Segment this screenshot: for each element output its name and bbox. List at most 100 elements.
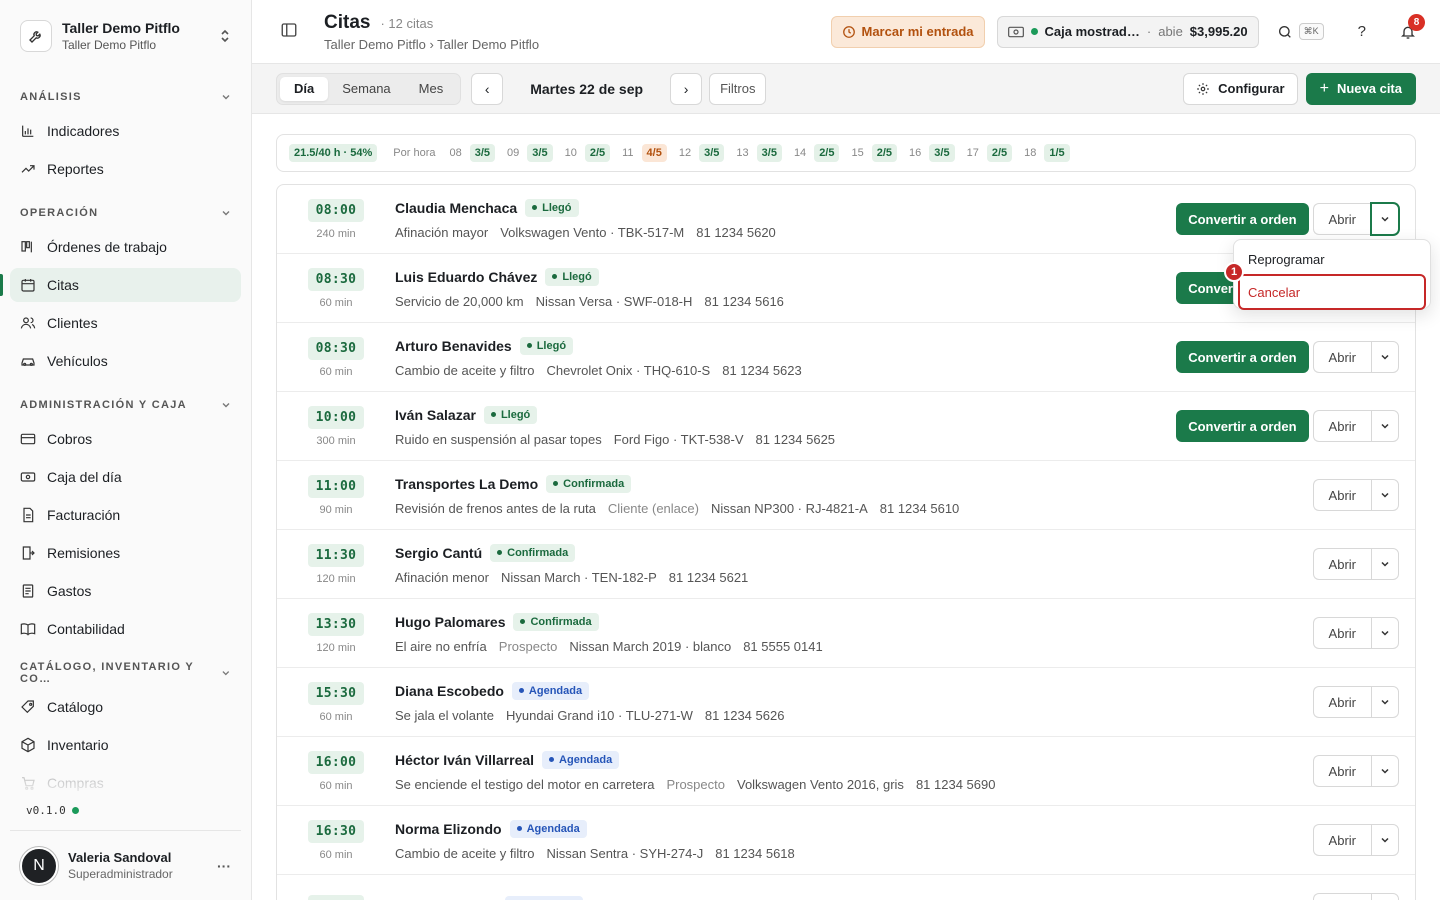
open-button[interactable]: Abrir [1312,755,1371,787]
user-menu[interactable]: N Valeria Sandoval Superadministrador ··… [10,830,241,900]
section-administracion-y-caja[interactable]: ADMINISTRACIÓN Y CAJA [0,396,251,414]
sidebar-item-label: Remisiones [47,545,121,561]
cash-register-button[interactable]: Caja mostrad… · abie $3,995.20 [996,15,1259,48]
appointment-detail: 81 1234 5621 [668,569,749,585]
notifications-button[interactable]: 8 [1400,13,1425,40]
capacity-hour-value: 4/5 [641,144,667,162]
convert-to-order-button[interactable]: Convertir a orden [1176,203,1309,235]
sidebar-item-vehiculos[interactable]: Vehículos [10,344,241,378]
open-button[interactable]: Abrir [1312,341,1371,373]
sidebar-item-citas[interactable]: Citas [0,268,241,302]
search-button[interactable]: ⌘K [1277,23,1324,40]
view-tab-dia[interactable]: Día [280,76,329,101]
appointment-duration: 90 min [319,503,353,516]
appointment-detail: Nissan March 2019 · blanco [569,638,732,654]
row-actions-toggle[interactable] [1371,893,1399,900]
sidebar-item-inventario[interactable]: Inventario [10,728,241,762]
appointment-detail: Volkswagen Vento · TBK-517-M [500,224,685,240]
more-icon[interactable]: ··· [217,858,231,874]
row-actions-toggle[interactable] [1371,479,1399,511]
capacity-label: Por hora [393,147,436,159]
capacity-summary: 21.5/40 h · 54% [289,144,378,162]
open-button[interactable]: Abrir [1312,410,1371,442]
row-actions-toggle[interactable] [1371,755,1399,787]
capacity-hour-value: 3/5 [756,144,782,162]
sidebar-item-label: Caja del día [47,469,122,485]
sidebar-item-catalogo[interactable]: Catálogo [10,690,241,724]
open-button[interactable]: Abrir [1312,203,1371,235]
section-operacion[interactable]: OPERACIÓN [0,204,251,222]
row-actions-toggle[interactable] [1371,410,1399,442]
clock-in-button[interactable]: Marcar mi entrada [830,15,985,48]
appointment-row[interactable]: 11:30 120 min Sergio Cantú Confirmada Afin… [277,530,1415,599]
capacity-hour-label: 09 [507,147,520,159]
section-catalogo-inventario-y-co[interactable]: CATÁLOGO, INVENTARIO Y CO… [0,661,251,685]
clientes-icon [20,317,36,329]
open-button[interactable]: Abrir [1312,686,1371,718]
capacity-hour-label: 17 [966,147,979,159]
sidebar-item-facturacion[interactable]: Facturación [10,498,241,532]
filters-button[interactable]: Filtros [709,72,767,105]
appointment-row[interactable]: 16:00 60 min Héctor Iván Villarreal Agenda… [277,737,1415,806]
row-actions-toggle[interactable] [1371,548,1399,580]
appointment-row[interactable]: 17:00 Gabriela TorresAgendada Abrir [277,875,1415,900]
sidebar-item-caja-del-dia[interactable]: Caja del día [10,460,241,494]
appointment-row[interactable]: 08:30 60 min Arturo Benavides Llegó Cambio… [277,323,1415,392]
chevron-down-icon [1381,216,1389,222]
next-day-button[interactable]: › [670,72,703,105]
sidebar-item-cobros[interactable]: Cobros [10,422,241,456]
sidebar-item-reportes[interactable]: Reportes [10,152,241,186]
configure-button[interactable]: Configurar [1183,72,1298,105]
open-button[interactable]: Abrir [1312,548,1371,580]
appointment-duration: 240 min [316,227,356,240]
row-actions-toggle[interactable] [1371,824,1399,856]
open-button[interactable]: Abrir [1312,824,1371,856]
sidebar-item-label: Catálogo [47,699,104,715]
appointment-count: · 12 citas [380,15,434,31]
appointment-row[interactable]: 16:30 60 min Norma Elizondo Agendada Cambi… [277,806,1415,875]
appointment-row[interactable]: 13:30 120 min Hugo Palomares Confirmada El… [277,599,1415,668]
open-button[interactable]: Abrir [1312,479,1371,511]
breadcrumb[interactable]: Taller Demo Pitflo › Taller Demo Pitflo [324,37,539,52]
open-button[interactable]: Abrir [1312,893,1371,900]
cancel-menu-item[interactable]: Cancelar [1238,274,1426,310]
sidebar-item-remisiones[interactable]: Remisiones [10,536,241,570]
row-actions-toggle[interactable] [1371,203,1399,235]
section-analisis[interactable]: ANÁLISIS [0,88,251,106]
convert-to-order-button[interactable]: Convertir a orden [1176,410,1309,442]
sidebar-item-indicadores[interactable]: Indicadores [10,114,241,148]
appointment-row[interactable]: 10:00 300 min Iván Salazar Llegó Ruido en … [277,392,1415,461]
citas-icon [21,279,35,292]
catalogo-icon [21,700,34,714]
remisiones-icon [22,546,35,560]
sidebar-item-gastos[interactable]: Gastos [10,574,241,608]
appointment-row[interactable]: 15:30 60 min Diana Escobedo Agendada Se ja… [277,668,1415,737]
appointment-row[interactable]: 11:00 90 min Transportes La Demo Confirmad… [277,461,1415,530]
sidebar-toggle-icon[interactable] [280,21,298,42]
prev-day-button[interactable]: ‹ [471,72,504,105]
row-actions-toggle[interactable] [1371,341,1399,373]
capacity-hour-label: 10 [564,147,577,159]
row-actions-toggle[interactable] [1371,686,1399,718]
view-tab-semana[interactable]: Semana [328,77,404,101]
convert-to-order-button[interactable]: Convertir a orden [1176,341,1309,373]
open-button[interactable]: Abrir [1312,617,1371,649]
capacity-hour-value: 2/5 [584,144,611,162]
sidebar-item-contabilidad[interactable]: Contabilidad [10,612,241,646]
appointment-time: 17:00 [307,894,365,900]
view-tab-mes[interactable]: Mes [405,77,458,101]
help-button[interactable]: ? [1358,23,1366,40]
sidebar-item-ordenes-de-trabajo[interactable]: Órdenes de trabajo [10,230,241,264]
cash-icon [1007,26,1024,37]
status-dot [1030,28,1038,35]
new-appointment-button[interactable]: + Nueva cita [1305,72,1416,105]
sidebar-item-clientes[interactable]: Clientes [10,306,241,340]
row-actions-toggle[interactable] [1371,617,1399,649]
chevron-updown-icon [221,29,229,43]
workspace-switcher[interactable]: Taller Demo Pitflo Taller Demo Pitflo [0,0,251,72]
reschedule-menu-item[interactable]: Reprogramar [1240,246,1424,272]
appointment-detail: 81 5555 0141 [743,638,823,654]
appointment-detail: 81 1234 5690 [915,776,996,792]
capacity-hour-label: 16 [909,147,922,159]
appointment-detail: 81 1234 5616 [704,293,784,309]
